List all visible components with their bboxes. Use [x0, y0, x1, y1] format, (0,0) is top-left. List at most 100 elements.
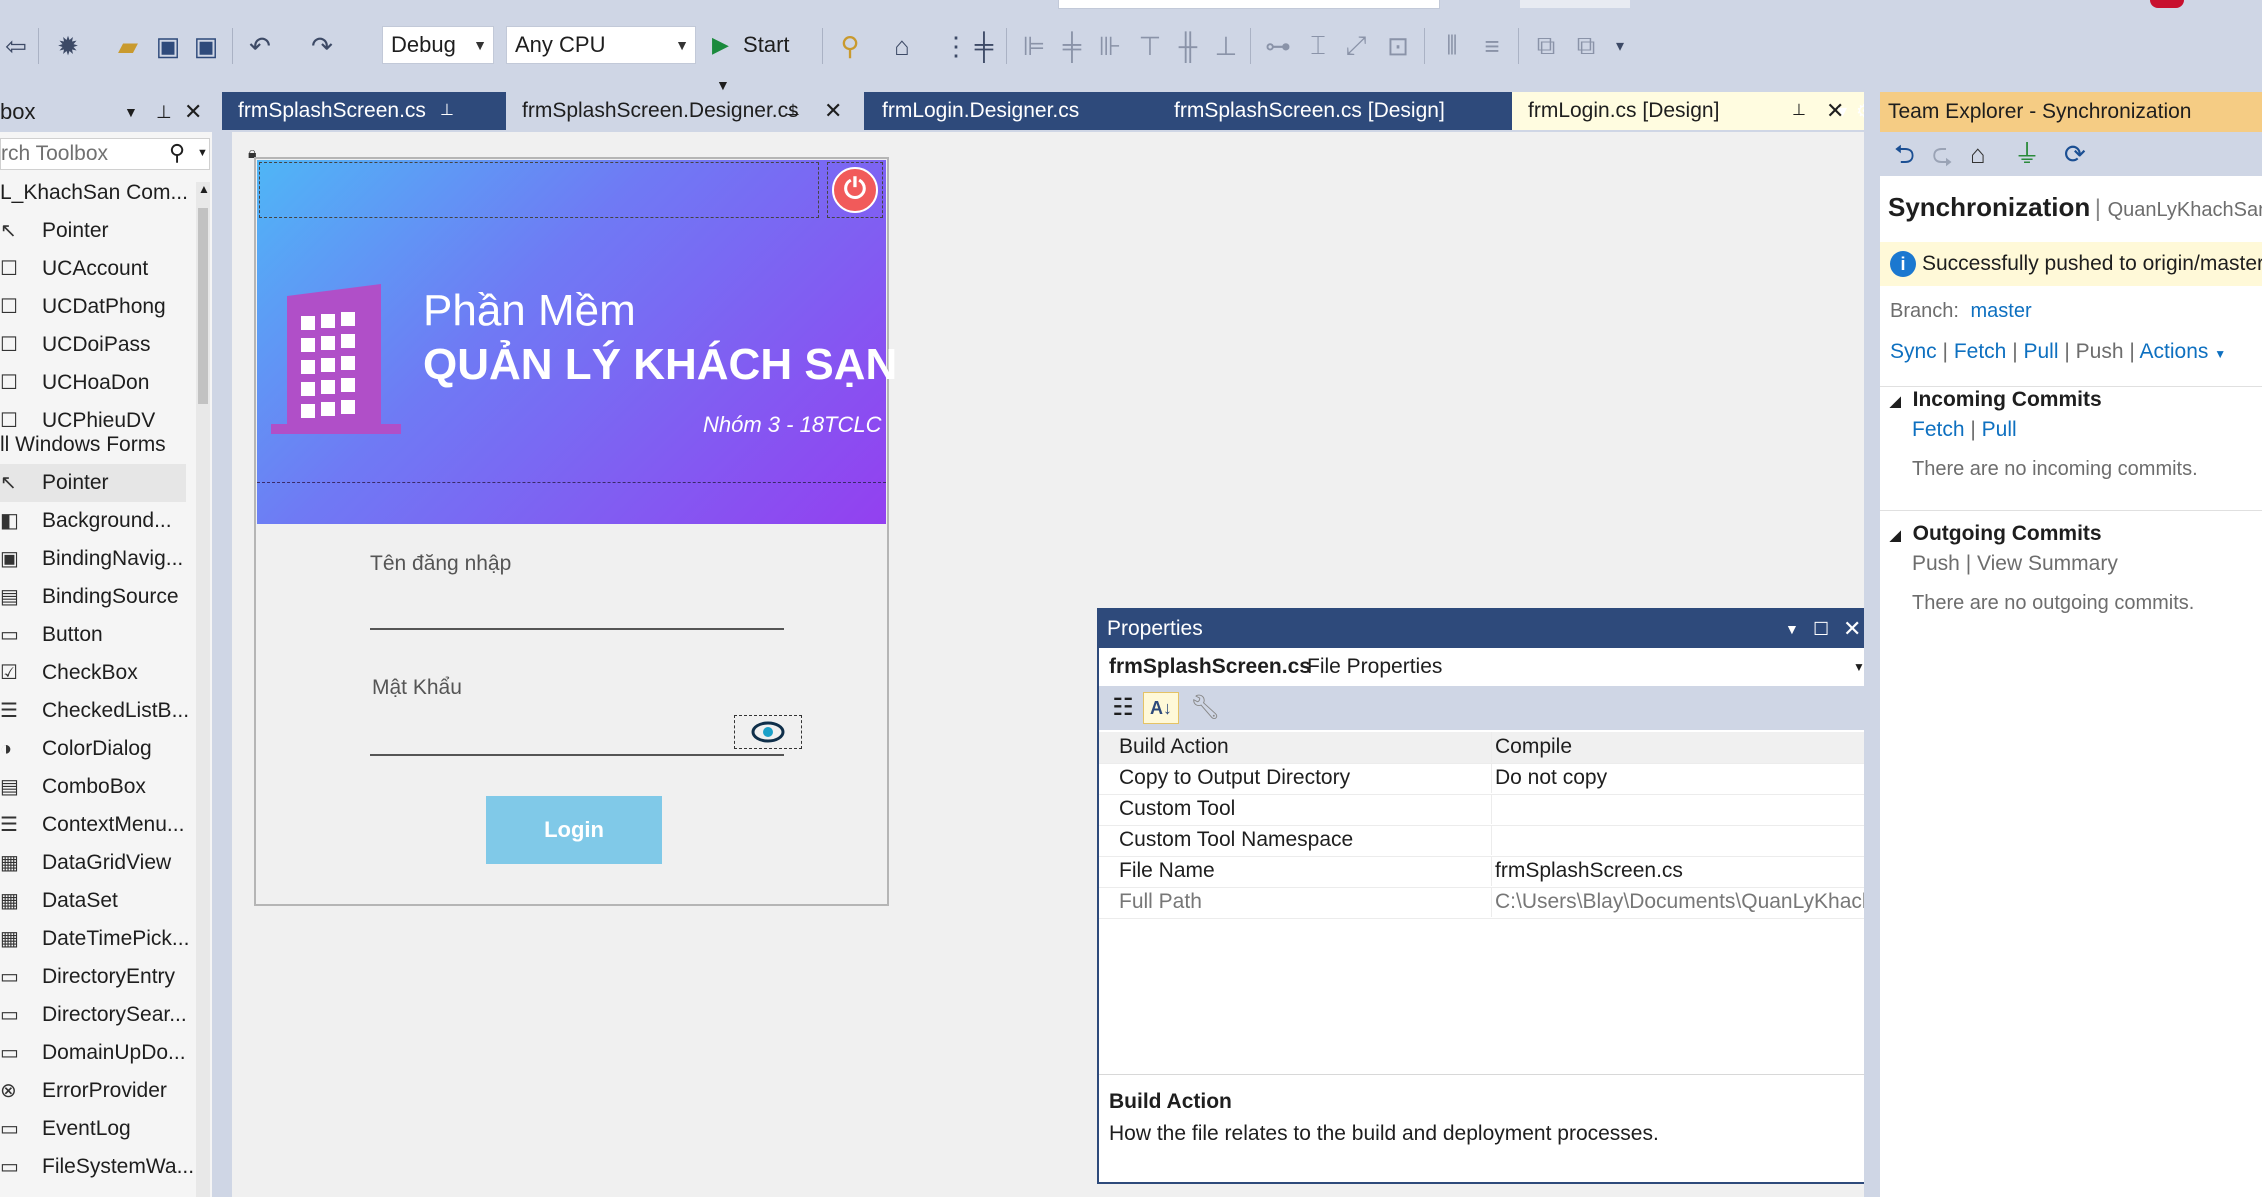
- vertical-spacing-icon[interactable]: ≡: [1476, 30, 1508, 62]
- toolbox-item[interactable]: ☰ CheckedListB...: [0, 692, 189, 730]
- toolbox-item[interactable]: ↖ Pointer: [0, 464, 186, 502]
- toolbox-item[interactable]: ▦ DataGridView: [0, 844, 186, 882]
- bring-to-front-icon[interactable]: ⧉: [1530, 30, 1562, 62]
- same-width-icon[interactable]: ⊶: [1262, 30, 1294, 62]
- save-icon[interactable]: ▣: [152, 30, 184, 62]
- find-icon[interactable]: ⚲: [834, 30, 866, 62]
- chevron-down-icon[interactable]: ▼: [197, 147, 208, 159]
- login-button[interactable]: Login: [486, 796, 662, 864]
- toolbox-item[interactable]: ▭ DirectorySear...: [0, 996, 187, 1034]
- toolbox-item[interactable]: ◑ ColorDialog: [0, 730, 186, 768]
- toolbox-item[interactable]: ▦ DataSet: [0, 882, 186, 920]
- platform-select[interactable]: Any CPU ▼: [506, 26, 696, 64]
- horizontal-spacing-icon[interactable]: ⫴: [1436, 30, 1468, 62]
- dropdown-icon[interactable]: ▼: [1785, 610, 1799, 648]
- dropdown-icon[interactable]: ▼: [124, 92, 138, 132]
- toolbox-item[interactable]: ▭ EventLog: [0, 1110, 186, 1148]
- show-password-button[interactable]: [734, 715, 802, 749]
- incoming-pull-link[interactable]: Pull: [1982, 418, 2017, 441]
- property-row[interactable]: Full Path C:\Users\Blay\Documents\QuanLyK…: [1099, 887, 1899, 919]
- toolbox-item[interactable]: ☐ UCDatPhong: [0, 288, 186, 326]
- actions-menu[interactable]: Actions: [2140, 340, 2209, 363]
- close-icon[interactable]: ✕: [184, 92, 202, 132]
- back-icon[interactable]: ⮌: [1894, 132, 1915, 176]
- toolbox-item[interactable]: ▦ DateTimePick...: [0, 920, 189, 958]
- toolbox-item[interactable]: ▭ DomainUpDo...: [0, 1034, 186, 1072]
- fetch-link[interactable]: Fetch: [1954, 340, 2007, 363]
- toolbox-item[interactable]: ▤ ComboBox: [0, 768, 186, 806]
- same-height-icon[interactable]: ⌶: [1302, 30, 1334, 62]
- align-middle-icon[interactable]: ╫: [1172, 30, 1204, 62]
- object-selector[interactable]: frmSplashScreen.cs File Properties ▼: [1099, 648, 1876, 686]
- align-bottom-icon[interactable]: ⊥: [1210, 30, 1242, 62]
- username-input[interactable]: [370, 596, 784, 630]
- outgoing-push-link[interactable]: Push: [1912, 552, 1960, 575]
- toolbar-overflow-icon[interactable]: ▾: [1604, 30, 1636, 62]
- search-box[interactable]: [1058, 0, 1440, 9]
- notification-badge[interactable]: [2150, 0, 2184, 8]
- maximize-icon[interactable]: ☐: [1813, 610, 1829, 648]
- password-input[interactable]: [370, 722, 784, 756]
- back-icon[interactable]: ⇦: [0, 30, 32, 62]
- configuration-select[interactable]: Debug ▼: [382, 26, 494, 64]
- forward-icon[interactable]: ⮎: [1932, 132, 1953, 176]
- incoming-section-header[interactable]: ◢ Incoming Commits: [1890, 388, 2102, 412]
- property-row[interactable]: File Name frmSplashScreen.cs: [1099, 856, 1876, 888]
- undo-icon[interactable]: ↶: [244, 30, 276, 62]
- toolbox-search[interactable]: rch Toolbox ⚲ ▼: [0, 138, 210, 170]
- scroll-up-icon[interactable]: ▲: [198, 182, 210, 196]
- home-icon[interactable]: ⌂: [1970, 132, 1986, 176]
- toolbox-item[interactable]: ☐ UCAccount: [0, 250, 186, 288]
- alphabetical-icon[interactable]: A↓: [1143, 692, 1179, 724]
- align-right-icon[interactable]: ⊪: [1094, 30, 1126, 62]
- layout-icon[interactable]: ⌂: [886, 30, 918, 62]
- property-value[interactable]: frmSplashScreen.cs: [1495, 856, 1683, 886]
- branch-link[interactable]: master: [1971, 300, 2032, 322]
- align-icon[interactable]: ╪: [968, 30, 1000, 62]
- toolbox-group-forms[interactable]: ll Windows Forms: [0, 426, 186, 464]
- save-all-icon[interactable]: ▣: [190, 30, 222, 62]
- pull-link[interactable]: Pull: [2024, 340, 2059, 363]
- toolbox-item[interactable]: ⊗ ErrorProvider: [0, 1072, 186, 1110]
- property-value[interactable]: Compile: [1495, 732, 1572, 762]
- categorized-icon[interactable]: ☷: [1107, 692, 1139, 724]
- align-center-icon[interactable]: ╪: [1056, 30, 1088, 62]
- properties-titlebar[interactable]: Properties ▼ ☐ ✕: [1099, 610, 1876, 648]
- toolbox-item[interactable]: ☰ ContextMenu...: [0, 806, 186, 844]
- incoming-fetch-link[interactable]: Fetch: [1912, 418, 1965, 441]
- tab-list-icon[interactable]: ▾: [1838, 92, 1847, 130]
- tab-frmlogin-designer[interactable]: frmLogin.Designer.cs: [866, 92, 1156, 130]
- plug-icon[interactable]: ⏚: [2014, 132, 2040, 176]
- size-to-grid-icon[interactable]: ⊡: [1382, 30, 1414, 62]
- toolbox-item[interactable]: ☐ UCDoiPass: [0, 326, 186, 364]
- same-size-icon[interactable]: ⤢: [1340, 30, 1372, 62]
- push-link[interactable]: Push: [2076, 340, 2124, 363]
- new-project-icon[interactable]: ✹: [52, 30, 84, 62]
- toolbox-item[interactable]: ▭ Button: [0, 616, 186, 654]
- property-row[interactable]: Custom Tool: [1099, 794, 1876, 826]
- toolbox-item[interactable]: ☐ UCHoaDon: [0, 364, 186, 402]
- send-to-back-icon[interactable]: ⧉: [1570, 30, 1602, 62]
- refresh-icon[interactable]: ⟳: [2064, 132, 2086, 176]
- toolbox-item[interactable]: ▭ FileSystemWa...: [0, 1148, 194, 1186]
- property-row[interactable]: Custom Tool Namespace: [1099, 825, 1876, 857]
- property-row[interactable]: Build Action Compile: [1099, 732, 1876, 764]
- toolbox-scrollbar[interactable]: ▲: [196, 182, 210, 1197]
- toolbox-item[interactable]: ☑ CheckBox: [0, 654, 186, 692]
- chevron-down-icon[interactable]: ▼: [2214, 347, 2226, 361]
- redo-icon[interactable]: ↷: [306, 30, 338, 62]
- title-bar-panel[interactable]: [259, 162, 819, 218]
- pin-icon[interactable]: ⊥: [786, 92, 800, 130]
- property-value[interactable]: C:\Users\Blay\Documents\QuanLyKhachSa: [1495, 887, 1899, 917]
- wrench-icon[interactable]: 🔧︎: [1189, 692, 1221, 724]
- power-button-frame[interactable]: ⏻: [827, 162, 883, 218]
- pin-icon[interactable]: ⊥: [1792, 92, 1806, 130]
- start-button[interactable]: ▶ Start ▼: [712, 26, 812, 93]
- property-row[interactable]: Copy to Output Directory Do not copy: [1099, 763, 1876, 795]
- toolbox-item[interactable]: ◧ Background...: [0, 502, 186, 540]
- tab-frmsplashscreen-design[interactable]: frmSplashScreen.cs [Design]: [1158, 92, 1512, 130]
- scroll-thumb[interactable]: [198, 208, 208, 404]
- outgoing-section-header[interactable]: ◢ Outgoing Commits: [1890, 522, 2102, 546]
- toolbox-item[interactable]: ↖ Pointer: [0, 212, 186, 250]
- align-top-icon[interactable]: ⊤: [1134, 30, 1166, 62]
